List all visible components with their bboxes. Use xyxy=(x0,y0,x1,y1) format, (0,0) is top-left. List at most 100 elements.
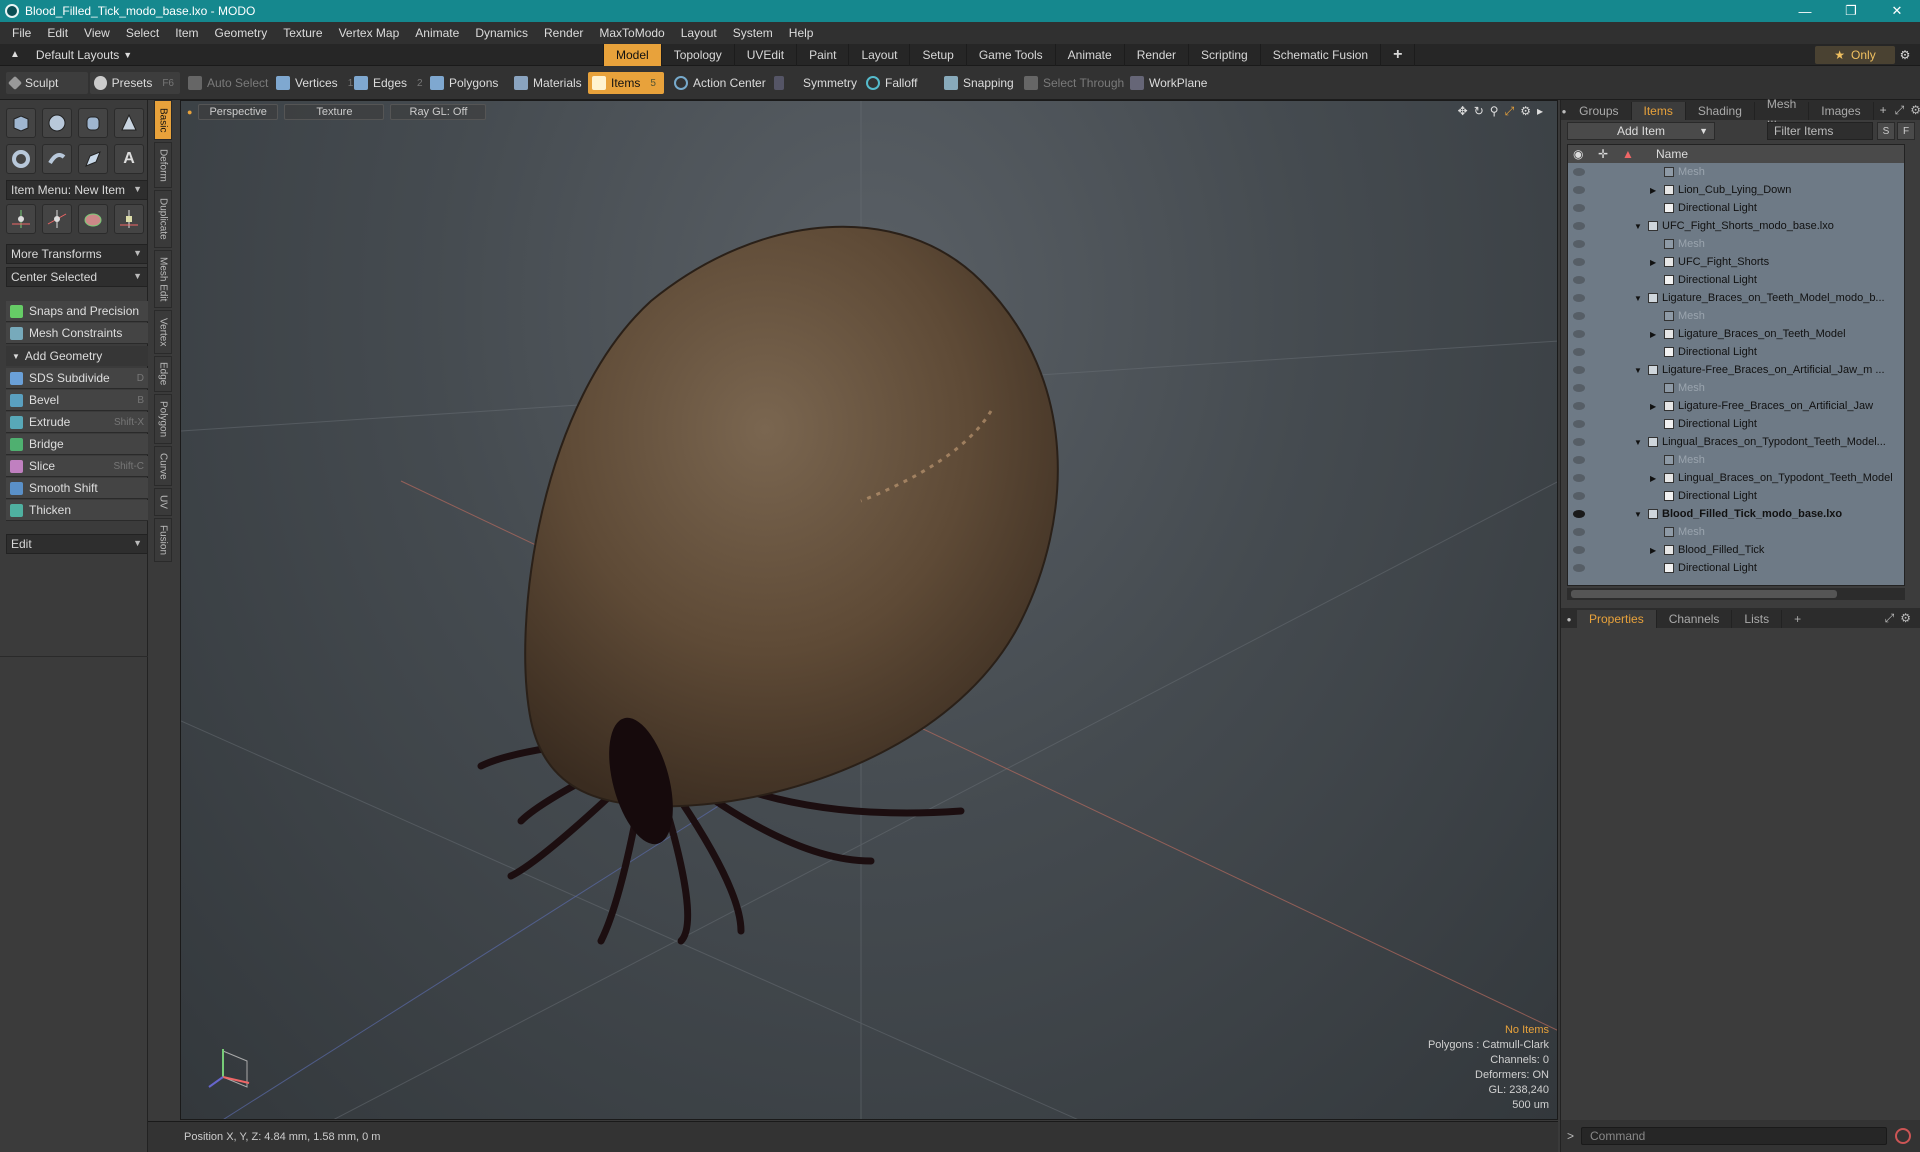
tree-row[interactable]: ▶ Blood_Filled_Tick xyxy=(1568,541,1904,559)
ptabs-menu-icon[interactable]: ● xyxy=(1561,610,1577,628)
edges-button[interactable]: Edges 2 xyxy=(350,72,429,94)
raygl-button[interactable]: Ray GL: Off xyxy=(390,104,487,120)
tree-row[interactable]: Mesh xyxy=(1568,163,1904,181)
visibility-eye-icon[interactable] xyxy=(1573,456,1585,464)
visibility-eye-icon[interactable] xyxy=(1573,510,1585,518)
tree-row[interactable]: Directional Light xyxy=(1568,199,1904,217)
text-icon[interactable]: A xyxy=(114,144,144,174)
tree-horizontal-scrollbar[interactable] xyxy=(1567,588,1905,600)
menu-vertex-map[interactable]: Vertex Map xyxy=(331,26,408,40)
visibility-eye-icon[interactable] xyxy=(1573,528,1585,536)
sculpt-button[interactable]: Sculpt xyxy=(6,72,88,94)
gear-icon[interactable]: ⚙ xyxy=(1894,45,1916,65)
tab-images[interactable]: Images xyxy=(1809,102,1874,120)
collapsed-triangle-icon[interactable]: ▶ xyxy=(1650,546,1656,555)
vtab-basic[interactable]: Basic xyxy=(154,100,172,140)
eye-column-icon[interactable]: ◉ xyxy=(1573,147,1583,161)
visibility-eye-icon[interactable] xyxy=(1573,492,1585,500)
tree-row[interactable]: Directional Light xyxy=(1568,343,1904,361)
select-through-button[interactable]: Select Through xyxy=(1020,72,1130,94)
expand-triangle-icon[interactable]: ▼ xyxy=(1634,438,1642,447)
menu-maxtomodo[interactable]: MaxToModo xyxy=(591,26,672,40)
pan-icon[interactable]: ✥ xyxy=(1458,104,1468,119)
menu-edit[interactable]: Edit xyxy=(39,26,76,40)
move-icon[interactable] xyxy=(6,204,36,234)
tree-row[interactable]: ▼ Ligature_Braces_on_Teeth_Model_modo_b..… xyxy=(1568,289,1904,307)
menu-dynamics[interactable]: Dynamics xyxy=(467,26,536,40)
tab-uvedit[interactable]: UVEdit xyxy=(735,44,798,66)
visibility-eye-icon[interactable] xyxy=(1573,312,1585,320)
menu-help[interactable]: Help xyxy=(781,26,822,40)
pen-icon[interactable] xyxy=(78,144,108,174)
maximize-button[interactable]: ❐ xyxy=(1828,0,1874,22)
cube-icon[interactable] xyxy=(6,108,36,138)
sds-subdivide-button[interactable]: SDS Subdivide D xyxy=(6,368,148,389)
snaps-precision-button[interactable]: Snaps and Precision xyxy=(6,301,148,322)
visibility-eye-icon[interactable] xyxy=(1573,258,1585,266)
tree-row[interactable]: ▶ Lingual_Braces_on_Typodont_Teeth_Model xyxy=(1568,469,1904,487)
tab-render[interactable]: Render xyxy=(1125,44,1190,66)
viewport-settings-icon[interactable]: ⚙ xyxy=(1520,104,1531,119)
menu-file[interactable]: File xyxy=(4,26,39,40)
tree-row[interactable]: Mesh xyxy=(1568,379,1904,397)
expand-triangle-icon[interactable]: ▼ xyxy=(1634,294,1642,303)
menu-select[interactable]: Select xyxy=(118,26,167,40)
vtab-polygon[interactable]: Polygon xyxy=(154,394,172,444)
visibility-eye-icon[interactable] xyxy=(1573,204,1585,212)
tube-icon[interactable] xyxy=(42,144,72,174)
vtab-uv[interactable]: UV xyxy=(154,488,172,516)
menu-item[interactable]: Item xyxy=(167,26,206,40)
tree-row[interactable]: Directional Light xyxy=(1568,271,1904,289)
tab-shading[interactable]: Shading xyxy=(1686,102,1755,120)
tree-row[interactable]: ▶ UFC_Fight_Shorts xyxy=(1568,253,1904,271)
panel-gear-icon[interactable]: ⚙ xyxy=(1910,103,1920,117)
extrude-button[interactable]: Extrude Shift-X xyxy=(6,412,148,433)
visibility-eye-icon[interactable] xyxy=(1573,474,1585,482)
smooth-shift-button[interactable]: Smooth Shift xyxy=(6,478,148,499)
falloff-button[interactable]: Falloff xyxy=(862,72,923,94)
tab-scripting[interactable]: Scripting xyxy=(1189,44,1261,66)
snapping-button[interactable]: Snapping xyxy=(940,72,1020,94)
visibility-eye-icon[interactable] xyxy=(1573,438,1585,446)
name-column-header[interactable]: Name xyxy=(1656,147,1688,161)
tab-game-tools[interactable]: Game Tools xyxy=(967,44,1056,66)
command-input[interactable]: Command xyxy=(1581,1127,1887,1145)
visibility-eye-icon[interactable] xyxy=(1573,384,1585,392)
visibility-eye-icon[interactable] xyxy=(1573,294,1585,302)
menu-view[interactable]: View xyxy=(76,26,118,40)
visibility-eye-icon[interactable] xyxy=(1573,348,1585,356)
items-button[interactable]: Items 5 xyxy=(588,72,664,94)
expand-triangle-icon[interactable]: ▼ xyxy=(1634,222,1642,231)
auto-select-button[interactable]: Auto Select xyxy=(184,72,274,94)
add-tab-icon[interactable]: + xyxy=(1880,103,1887,117)
visibility-eye-icon[interactable] xyxy=(1573,168,1585,176)
polygons-button[interactable]: Polygons xyxy=(426,72,504,94)
menu-geometry[interactable]: Geometry xyxy=(207,26,276,40)
tree-row[interactable]: Mesh xyxy=(1568,307,1904,325)
bevel-button[interactable]: Bevel B xyxy=(6,390,148,411)
expand-panel-icon[interactable]: ⤢ xyxy=(1895,103,1905,118)
collapsed-triangle-icon[interactable]: ▶ xyxy=(1650,474,1656,483)
center-selected-dropdown[interactable]: Center Selected ▼ xyxy=(6,267,148,287)
mesh-constraints-button[interactable]: Mesh Constraints xyxy=(6,323,148,344)
slice-button[interactable]: Slice Shift-C xyxy=(6,456,148,477)
expand-triangle-icon[interactable]: ▼ xyxy=(1634,366,1642,375)
action-center-button[interactable]: Action Center xyxy=(670,72,772,94)
filter-f-button[interactable]: F xyxy=(1897,122,1915,140)
zoom-icon[interactable]: ⚲ xyxy=(1490,104,1499,119)
add-tab-button[interactable]: + xyxy=(1381,44,1416,66)
workplane-button[interactable]: WorkPlane xyxy=(1126,72,1213,94)
tab-schematic-fusion[interactable]: Schematic Fusion xyxy=(1261,44,1382,66)
tab-mesh[interactable]: Mesh ... xyxy=(1755,97,1810,125)
visibility-eye-icon[interactable] xyxy=(1573,402,1585,410)
visibility-eye-icon[interactable] xyxy=(1573,366,1585,374)
orbit-icon[interactable]: ↻ xyxy=(1474,104,1484,119)
perspective-button[interactable]: Perspective xyxy=(198,104,279,120)
minimize-button[interactable]: — xyxy=(1782,0,1828,22)
ptabs-expand-icon[interactable]: ⤢ xyxy=(1885,611,1895,626)
visibility-eye-icon[interactable] xyxy=(1573,276,1585,284)
tree-row[interactable]: ▶ Ligature-Free_Braces_on_Artificial_Jaw xyxy=(1568,397,1904,415)
visibility-eye-icon[interactable] xyxy=(1573,222,1585,230)
tree-row[interactable]: Mesh xyxy=(1568,235,1904,253)
tab-setup[interactable]: Setup xyxy=(910,44,967,66)
